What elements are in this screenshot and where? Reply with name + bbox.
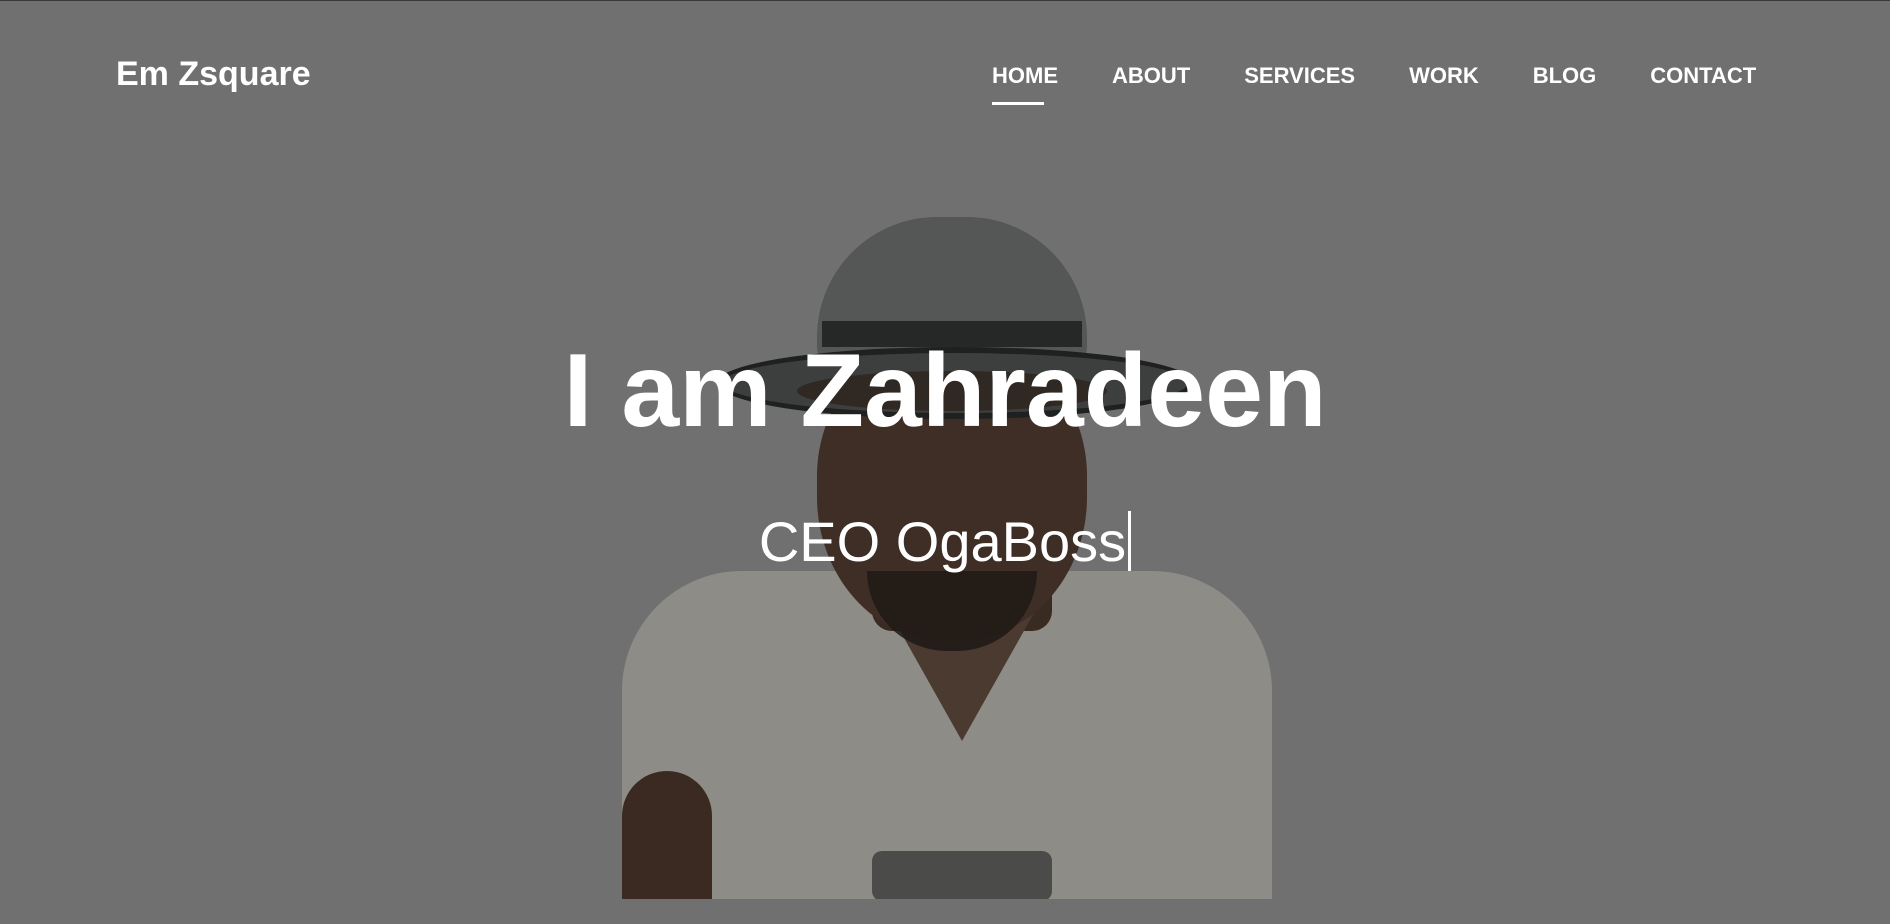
hero-section: Em Zsquare HOME ABOUT SERVICES WORK BLOG… (0, 0, 1890, 924)
portrait-shirt-print (872, 851, 1052, 899)
nav-item-about[interactable]: ABOUT (1112, 63, 1190, 89)
hero-subtitle-text: CEO OgaBoss (758, 510, 1127, 573)
portrait-arm (622, 771, 712, 899)
hero-title: I am Zahradeen (563, 333, 1327, 449)
nav-item-services[interactable]: SERVICES (1244, 63, 1355, 89)
main-nav: HOME ABOUT SERVICES WORK BLOG CONTACT (992, 63, 1756, 105)
typing-cursor (1128, 511, 1132, 571)
nav-item-contact[interactable]: CONTACT (1650, 63, 1756, 89)
nav-item-home[interactable]: HOME (992, 63, 1058, 105)
brand-logo[interactable]: Em Zsquare (116, 55, 311, 94)
nav-item-work[interactable]: WORK (1409, 63, 1479, 89)
hero-subtitle: CEO OgaBoss (0, 511, 1890, 571)
nav-item-blog[interactable]: BLOG (1533, 63, 1597, 89)
